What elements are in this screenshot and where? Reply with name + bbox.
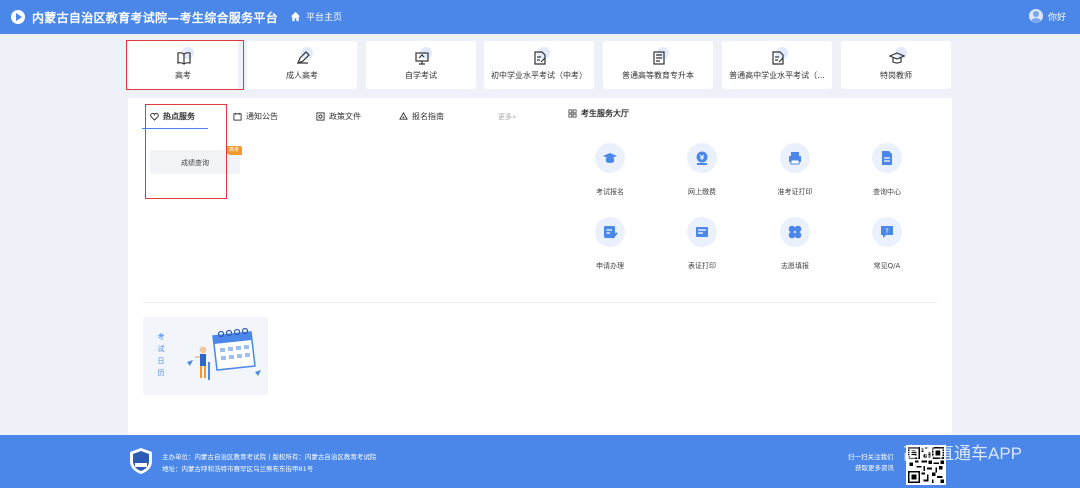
service-label: 表证打印 — [688, 262, 716, 270]
graduation-cap-icon — [888, 47, 907, 66]
service-hall-label: 考生服务大厅 — [581, 109, 629, 118]
monitor-icon — [414, 47, 432, 66]
category-label: 初中学业水平考试（中考） — [491, 71, 587, 80]
exam-calendar-label: 考试日历 — [157, 333, 165, 377]
category-label: 成人高考 — [286, 71, 318, 80]
document-icon — [651, 47, 669, 66]
category-label: 自学考试 — [405, 71, 437, 80]
category-label: 普通高等教育专升本 — [622, 71, 694, 80]
tab-notices[interactable]: 通知公告 — [233, 111, 278, 122]
service-hall-title: 考生服务大厅 — [568, 108, 629, 119]
footer-sponsor: 主办单位：内蒙古自治区教育考试院 | 版权所有：内蒙古自治区教育考试院 — [162, 453, 377, 461]
printer-icon — [780, 143, 810, 173]
policy-icon — [316, 112, 325, 121]
service-label: 常见Q/A — [873, 262, 901, 270]
site-title: 内蒙古自治区教育考试院—考生综合服务平台 — [32, 11, 279, 25]
file-search-icon — [872, 143, 902, 173]
service-label: 准考证打印 — [777, 188, 813, 196]
service-admission-ticket-print[interactable]: 准考证打印 — [765, 143, 825, 199]
hot-service-badge: 高考 — [225, 146, 242, 155]
footer-scan-text: 扫一扫关注我们 — [848, 453, 894, 461]
service-label: 志愿填报 — [781, 262, 809, 270]
grid-icon — [568, 109, 577, 118]
user-menu[interactable]: 你好 — [1028, 9, 1066, 23]
tab-label: 报名指南 — [412, 112, 444, 121]
category-upgrade-bachelor[interactable]: 普通高等教育专升本 — [603, 41, 713, 89]
category-self-study-exam[interactable]: 自学考试 — [366, 41, 476, 89]
tab-policies[interactable]: 政策文件 — [316, 111, 361, 122]
exam-authority-emblem-icon — [130, 448, 152, 474]
category-high-school-exam[interactable]: 普通高中学业水平考试（... — [722, 41, 832, 89]
pen-icon — [295, 47, 313, 66]
footer-address: 地址：内蒙古呼和浩特市赛罕区乌兰察布东街甲81号 — [162, 465, 314, 473]
service-online-payment[interactable]: 网上缴费 — [672, 143, 732, 199]
coin-icon — [687, 143, 717, 173]
edit-doc-icon — [532, 47, 550, 66]
more-link[interactable]: 更多» — [498, 112, 516, 122]
notice-icon — [233, 112, 242, 121]
user-greeting: 你好 — [1047, 12, 1066, 23]
guide-icon — [399, 112, 408, 120]
site-footer: 主办单位：内蒙古自治区教育考试院 | 版权所有：内蒙古自治区教育考试院 地址：内… — [0, 435, 1080, 488]
annotation-box-hot-services — [145, 104, 227, 199]
category-label: 特岗教师 — [880, 71, 912, 80]
home-link-label: 平台主页 — [306, 13, 343, 23]
category-special-teacher[interactable]: 特岗教师 — [841, 41, 951, 89]
clover-icon — [780, 217, 810, 247]
category-adult-gaokao[interactable]: 成人高考 — [247, 41, 357, 89]
footer-more-info-text: 获取更多资讯 — [855, 464, 894, 472]
svg-text:?: ? — [885, 228, 889, 236]
annotation-box-gaokao — [126, 40, 244, 90]
top-header: 内蒙古自治区教育考试院—考生综合服务平台 平台主页 你好 — [0, 0, 1080, 34]
service-exam-registration[interactable]: 考试报名 — [580, 143, 640, 199]
category-zhongkao[interactable]: 初中学业水平考试（中考） — [484, 41, 594, 89]
section-divider — [143, 302, 937, 303]
service-faq[interactable]: ? 常见Q/A — [857, 217, 917, 273]
exam-calendar-card[interactable]: 考试日历 — [143, 317, 268, 395]
print-doc-icon — [687, 217, 717, 247]
tab-registration-guide[interactable]: 报名指南 — [399, 111, 444, 122]
tab-label: 政策文件 — [329, 112, 361, 121]
home-link[interactable]: 平台主页 — [290, 10, 342, 23]
form-icon — [595, 217, 625, 247]
service-application[interactable]: 申请办理 — [580, 217, 640, 273]
edit-doc-icon — [770, 47, 788, 66]
graduation-cap-icon — [595, 143, 625, 173]
service-label: 查询中心 — [873, 188, 901, 196]
site-logo-icon — [11, 10, 25, 24]
category-label: 普通高中学业水平考试（... — [729, 71, 825, 80]
question-icon: ? — [872, 217, 902, 247]
service-volunteer-filling[interactable]: 志愿填报 — [765, 217, 825, 273]
exam-category-bar: 高考 成人高考 自学考试 初中学业水平考试（中考） 普通高等教育专升本 普通高中… — [128, 41, 952, 89]
main-panel: 热点服务 通知公告 政策文件 报名指南 更多» 考生服务大厅 成绩查询 高考 考… — [128, 98, 952, 435]
service-label: 申请办理 — [596, 262, 624, 270]
service-label: 考试报名 — [596, 188, 624, 196]
service-certificate-print[interactable]: 表证打印 — [672, 217, 732, 273]
service-label: 网上缴费 — [688, 188, 716, 196]
service-query-center[interactable]: 查询中心 — [857, 143, 917, 199]
tab-label: 通知公告 — [246, 112, 278, 121]
avatar-icon — [1028, 9, 1043, 23]
calendar-illustration-icon — [187, 327, 261, 380]
app-watermark: 高考直通车APP — [903, 444, 1023, 463]
home-icon — [290, 11, 301, 22]
